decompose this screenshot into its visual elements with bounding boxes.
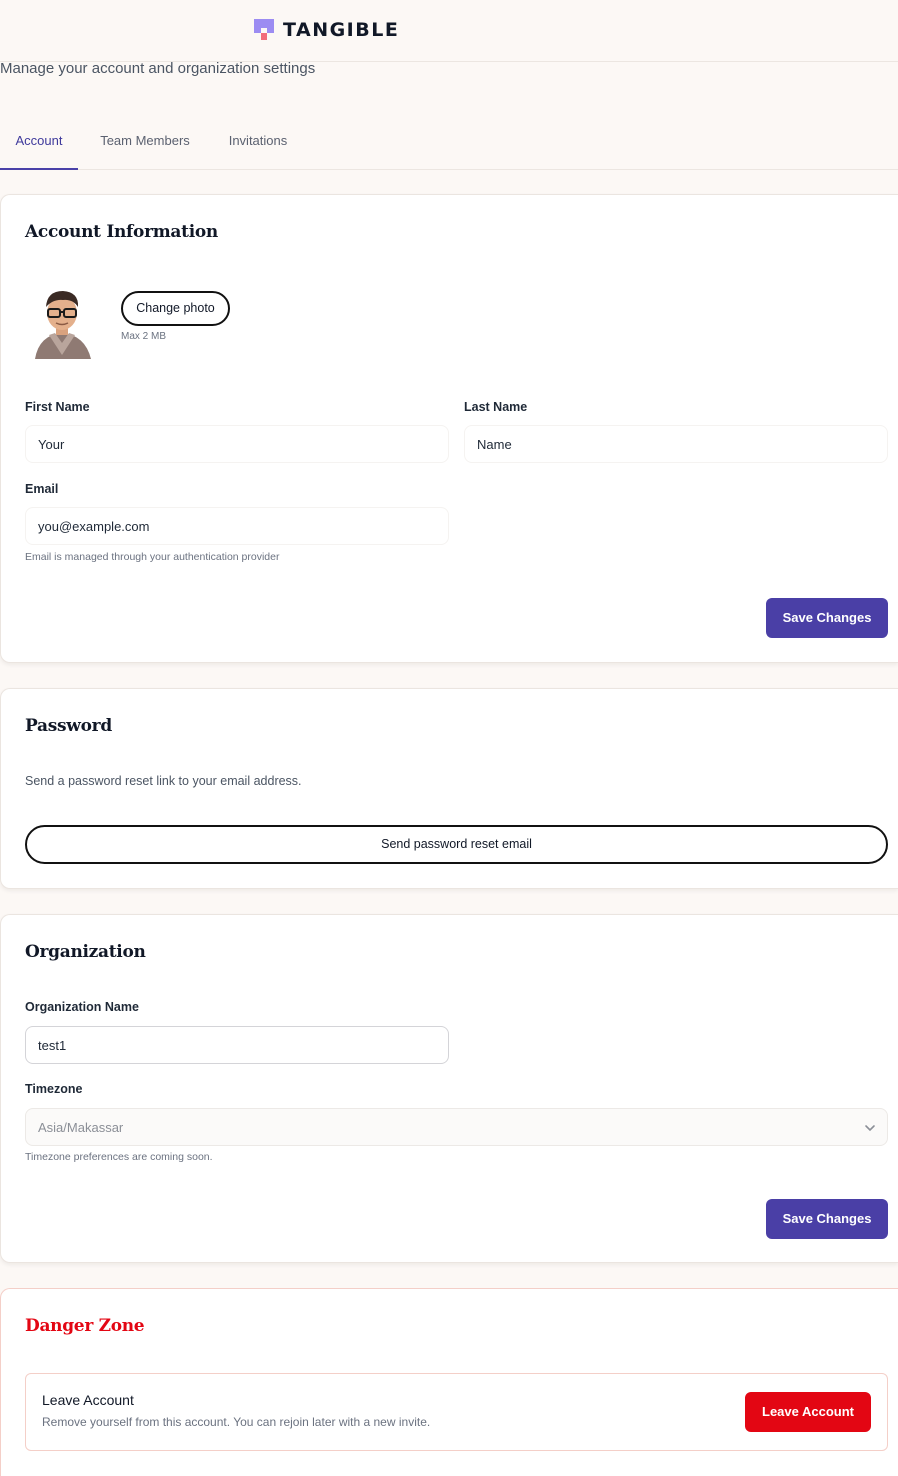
email-field: you@example.com (25, 507, 449, 545)
danger-zone-title: Danger Zone (25, 1316, 145, 1336)
organization-name-input[interactable]: test1 (25, 1026, 449, 1064)
email-help-text: Email is managed through your authentica… (25, 551, 280, 563)
password-title: Password (25, 716, 112, 736)
tab-account[interactable]: Account (0, 118, 78, 170)
tab-invitations[interactable]: Invitations (218, 118, 298, 170)
tab-team-members[interactable]: Team Members (96, 118, 194, 170)
timezone-selected-value: Asia/Makassar (38, 1120, 124, 1135)
send-password-reset-button[interactable]: Send password reset email (25, 825, 888, 864)
brand-logo[interactable]: TANGIBLE (254, 19, 399, 41)
settings-tabs: Account Team Members Invitations (0, 118, 898, 170)
leave-account-panel: Leave Account Remove yourself from this … (25, 1373, 888, 1451)
account-information-title: Account Information (25, 222, 218, 242)
brand-name: TANGIBLE (283, 19, 400, 41)
leave-account-button[interactable]: Leave Account (745, 1392, 871, 1432)
change-photo-button[interactable]: Change photo (121, 291, 230, 326)
timezone-help-text: Timezone preferences are coming soon. (25, 1151, 213, 1163)
password-description: Send a password reset link to your email… (25, 774, 302, 788)
first-name-label: First Name (25, 400, 90, 414)
organization-card (0, 914, 898, 1263)
timezone-label: Timezone (25, 1082, 83, 1096)
save-account-button[interactable]: Save Changes (766, 598, 888, 638)
save-organization-button[interactable]: Save Changes (766, 1199, 888, 1239)
organization-title: Organization (25, 942, 146, 962)
top-header: TANGIBLE (0, 0, 898, 62)
first-name-input[interactable]: Your (25, 425, 449, 463)
chevron-down-icon (865, 1125, 875, 1132)
avatar-illustration-icon (35, 291, 91, 359)
timezone-select: Asia/Makassar (25, 1108, 888, 1146)
organization-name-label: Organization Name (25, 1000, 139, 1014)
last-name-label: Last Name (464, 400, 528, 414)
last-name-input[interactable]: Name (464, 425, 888, 463)
page-subtitle: Manage your account and organization set… (0, 60, 316, 77)
photo-size-hint: Max 2 MB (121, 331, 167, 342)
avatar (25, 285, 99, 359)
leave-account-title: Leave Account (42, 1392, 134, 1408)
leave-account-description: Remove yourself from this account. You c… (42, 1415, 431, 1429)
logo-icon (254, 19, 274, 41)
email-label: Email (25, 482, 59, 496)
